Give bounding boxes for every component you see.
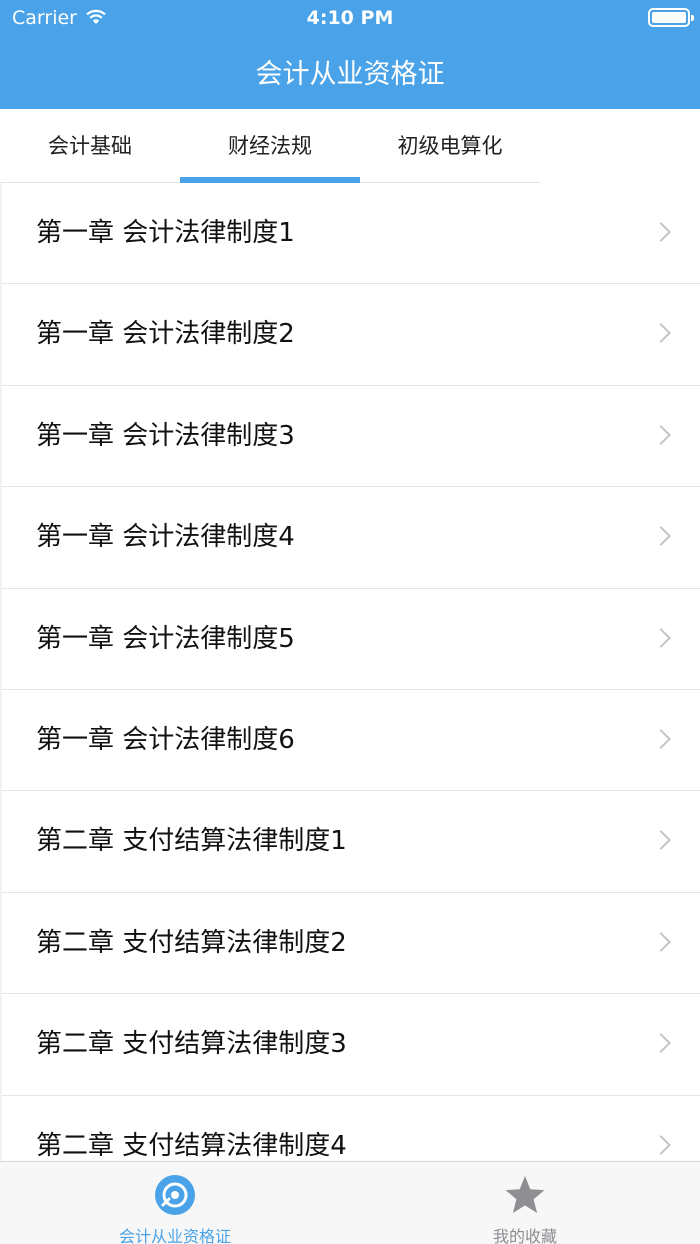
chevron-right-icon — [651, 627, 671, 648]
battery-icon — [648, 8, 694, 27]
chapter-list[interactable]: 第一章 会计法律制度1 第一章 会计法律制度2 第一章 会计法律制度3 第一章 … — [0, 183, 700, 1161]
list-item[interactable]: 第一章 会计法律制度5 — [2, 588, 700, 690]
status-time: 4:10 PM — [306, 7, 394, 29]
list-item-label: 第一章 会计法律制度6 — [36, 724, 295, 755]
list-item-label: 第一章 会计法律制度4 — [36, 522, 295, 553]
list-item-label: 第二章 支付结算法律制度2 — [36, 927, 347, 958]
disc-icon — [154, 1174, 196, 1216]
tab-accounting-basics[interactable]: 会计基础 — [0, 109, 180, 183]
list-item-label: 第一章 会计法律制度1 — [36, 218, 295, 248]
list-item-label: 第一章 会计法律制度2 — [36, 319, 295, 350]
list-item[interactable]: 第一章 会计法律制度3 — [2, 385, 700, 488]
tab-bar-item-favorites[interactable]: 我的收藏 — [350, 1162, 700, 1244]
list-item-label: 第一章 会计法律制度5 — [36, 623, 295, 654]
star-icon — [504, 1174, 546, 1216]
app-screen: Carrier 4:10 PM 会计从业资格证 会计基础 财经法规 初级电算化 … — [0, 0, 700, 1244]
list-item-label: 第二章 支付结算法律制度3 — [36, 1029, 347, 1060]
chevron-right-icon — [651, 526, 671, 547]
chevron-right-icon — [651, 830, 671, 851]
chevron-right-icon — [651, 931, 671, 952]
navigation-header: Carrier 4:10 PM 会计从业资格证 — [0, 0, 700, 109]
tab-finance-regulations[interactable]: 财经法规 — [180, 109, 360, 183]
tab-bar-item-home[interactable]: 会计从业资格证 — [0, 1162, 350, 1244]
list-item[interactable]: 第二章 支付结算法律制度2 — [2, 892, 700, 995]
status-bar: Carrier 4:10 PM — [0, 0, 700, 38]
list-item[interactable]: 第一章 会计法律制度4 — [2, 487, 700, 589]
category-tabs: 会计基础 财经法规 初级电算化 — [0, 109, 540, 183]
list-item-label: 第一章 会计法律制度3 — [36, 420, 295, 451]
list-item[interactable]: 第一章 会计法律制度2 — [2, 284, 700, 386]
tab-bar-label-home: 会计从业资格证 — [118, 1227, 231, 1244]
list-item-label: 第二章 支付结算法律制度1 — [36, 826, 347, 857]
tab-computerized-accounting[interactable]: 初级电算化 — [360, 109, 540, 183]
list-item[interactable]: 第一章 会计法律制度6 — [2, 689, 700, 792]
chevron-right-icon — [651, 1134, 671, 1155]
chevron-right-icon — [651, 323, 671, 344]
chevron-right-icon — [651, 1033, 671, 1054]
list-item[interactable]: 第二章 支付结算法律制度1 — [2, 791, 700, 893]
bottom-tab-bar: 会计从业资格证 我的收藏 — [0, 1161, 700, 1244]
chevron-right-icon — [651, 424, 671, 445]
list-item[interactable]: 第二章 支付结算法律制度3 — [2, 994, 700, 1096]
chevron-right-icon — [651, 222, 671, 242]
tab-bar-label-favorites: 我的收藏 — [492, 1227, 557, 1244]
list-item[interactable]: 第二章 支付结算法律制度4 — [2, 1095, 700, 1161]
list-item[interactable]: 第一章 会计法律制度1 — [2, 183, 700, 285]
chevron-right-icon — [651, 729, 671, 749]
list-item-label: 第二章 支付结算法律制度4 — [36, 1130, 347, 1161]
page-title: 会计从业资格证 — [255, 59, 445, 90]
